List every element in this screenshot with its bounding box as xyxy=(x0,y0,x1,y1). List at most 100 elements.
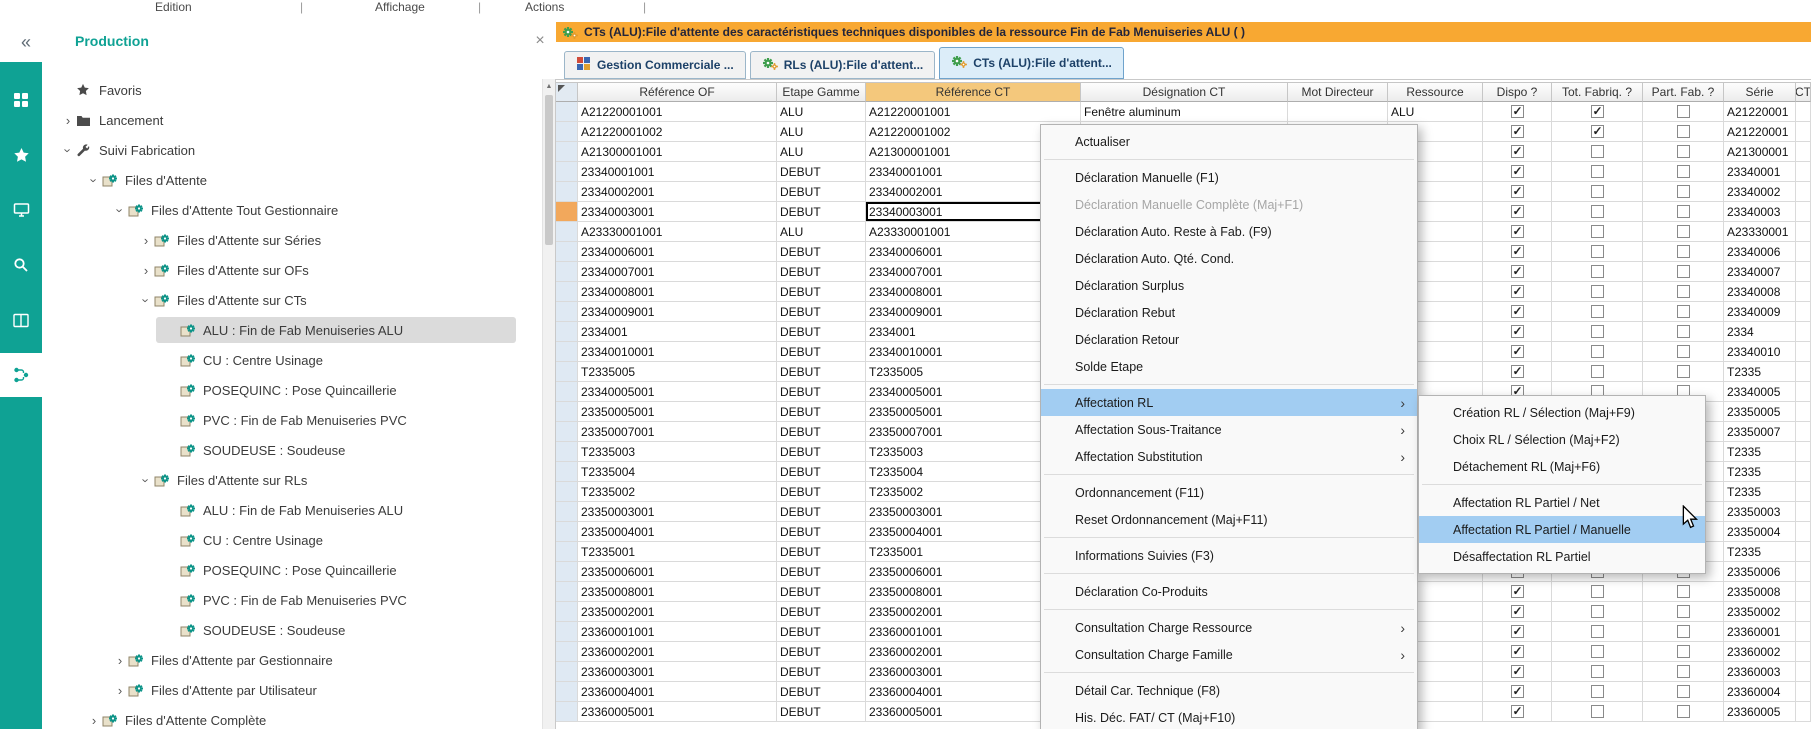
cell-dispo[interactable] xyxy=(1483,202,1552,222)
column-header[interactable]: Etape Gamme xyxy=(777,82,866,102)
cell-etape[interactable]: DEBUT xyxy=(777,602,866,622)
cell-dispo[interactable] xyxy=(1483,242,1552,262)
chevron-right-icon[interactable]: › xyxy=(138,234,154,247)
cell-dispo[interactable] xyxy=(1483,302,1552,322)
cell-of[interactable]: 23350006001 xyxy=(578,562,777,582)
menu-item[interactable]: Désaffectation RL Partiel xyxy=(1419,543,1705,570)
cell-tot[interactable] xyxy=(1552,582,1643,602)
cell-ct2[interactable] xyxy=(1796,122,1811,142)
tree-item[interactable]: ALU : Fin de Fab Menuiseries ALU xyxy=(42,315,542,345)
cell-serie[interactable]: 23350002 xyxy=(1724,602,1796,622)
cell-serie[interactable]: A23330001 xyxy=(1724,222,1796,242)
menu-item[interactable]: Déclaration Surplus xyxy=(1041,272,1417,299)
row-selector[interactable] xyxy=(556,302,578,322)
cell-ct2[interactable] xyxy=(1796,562,1811,582)
checkbox-tot[interactable] xyxy=(1591,325,1604,338)
rail-item-columns-icon[interactable] xyxy=(0,298,42,342)
row-selector[interactable] xyxy=(556,442,578,462)
checkbox-part[interactable] xyxy=(1677,165,1690,178)
sidebar-close-button[interactable]: × xyxy=(530,31,550,51)
sidebar-collapse-button[interactable]: « xyxy=(14,30,38,54)
cell-ct2[interactable] xyxy=(1796,422,1811,442)
cell-etape[interactable]: DEBUT xyxy=(777,462,866,482)
menu-item[interactable]: Déclaration Auto. Reste à Fab. (F9) xyxy=(1041,218,1417,245)
checkbox-part[interactable] xyxy=(1677,225,1690,238)
cell-etape[interactable]: DEBUT xyxy=(777,382,866,402)
checkbox-part[interactable] xyxy=(1677,105,1690,118)
cell-dispo[interactable] xyxy=(1483,362,1552,382)
row-selector[interactable] xyxy=(556,702,578,722)
menu-item[interactable]: Affectation RL› xyxy=(1041,389,1417,416)
cell-of[interactable]: 23340005001 xyxy=(578,382,777,402)
cell-of[interactable]: T2335005 xyxy=(578,362,777,382)
checkbox-tot[interactable] xyxy=(1591,345,1604,358)
tab-2[interactable]: RLs (ALU):File d'attent... xyxy=(750,51,936,79)
cell-tot[interactable] xyxy=(1552,642,1643,662)
checkbox-part[interactable] xyxy=(1677,665,1690,678)
menu-item[interactable]: Déclaration Co-Produits xyxy=(1041,578,1417,605)
checkbox-part[interactable] xyxy=(1677,265,1690,278)
cell-of[interactable]: 23350002001 xyxy=(578,602,777,622)
menu-item[interactable]: Déclaration Rebut xyxy=(1041,299,1417,326)
row-selector[interactable] xyxy=(556,422,578,442)
row-selector[interactable] xyxy=(556,662,578,682)
cell-etape[interactable]: DEBUT xyxy=(777,362,866,382)
cell-etape[interactable]: DEBUT xyxy=(777,502,866,522)
cell-serie[interactable]: A21220001 xyxy=(1724,122,1796,142)
cell-ct2[interactable] xyxy=(1796,282,1811,302)
row-selector[interactable] xyxy=(556,322,578,342)
row-selector[interactable] xyxy=(556,642,578,662)
cell-etape[interactable]: ALU xyxy=(777,222,866,242)
tree-item[interactable]: ›Files d'Attente Complète xyxy=(42,705,542,729)
chevron-right-icon[interactable]: › xyxy=(138,264,154,277)
cell-dispo[interactable] xyxy=(1483,582,1552,602)
checkbox-tot[interactable] xyxy=(1591,365,1604,378)
cell-of[interactable]: 23360004001 xyxy=(578,682,777,702)
cell-ct2[interactable] xyxy=(1796,702,1811,722)
cell-ct2[interactable] xyxy=(1796,442,1811,462)
cell-ct2[interactable] xyxy=(1796,262,1811,282)
checkbox-tot[interactable] xyxy=(1591,205,1604,218)
chevron-right-icon[interactable]: › xyxy=(60,114,76,127)
checkbox-dispo[interactable] xyxy=(1511,205,1524,218)
row-selector[interactable] xyxy=(556,242,578,262)
cell-etape[interactable]: DEBUT xyxy=(777,662,866,682)
cell-etape[interactable]: DEBUT xyxy=(777,422,866,442)
cell-etape[interactable]: DEBUT xyxy=(777,162,866,182)
cell-part[interactable] xyxy=(1643,162,1724,182)
row-selector[interactable] xyxy=(556,682,578,702)
cell-serie[interactable]: 23350004 xyxy=(1724,522,1796,542)
cell-tot[interactable] xyxy=(1552,182,1643,202)
cell-tot[interactable] xyxy=(1552,322,1643,342)
menu-item[interactable]: Affectation Sous-Traitance› xyxy=(1041,416,1417,443)
checkbox-tot[interactable] xyxy=(1591,705,1604,718)
checkbox-tot[interactable] xyxy=(1591,105,1604,118)
cell-part[interactable] xyxy=(1643,362,1724,382)
checkbox-tot[interactable] xyxy=(1591,185,1604,198)
cell-serie[interactable]: T2335 xyxy=(1724,362,1796,382)
checkbox-part[interactable] xyxy=(1677,285,1690,298)
tree-item[interactable]: SOUDEUSE : Soudeuse xyxy=(42,435,542,465)
row-selector[interactable] xyxy=(556,462,578,482)
tree-item[interactable]: ›Files d'Attente par Gestionnaire xyxy=(42,645,542,675)
checkbox-dispo[interactable] xyxy=(1511,185,1524,198)
cell-serie[interactable]: 23340009 xyxy=(1724,302,1796,322)
checkbox-dispo[interactable] xyxy=(1511,305,1524,318)
cell-etape[interactable]: ALU xyxy=(777,122,866,142)
column-header[interactable]: Part. Fab. ? xyxy=(1643,82,1724,102)
rail-item-apps-icon[interactable] xyxy=(0,78,42,122)
row-selector[interactable] xyxy=(556,122,578,142)
checkbox-tot[interactable] xyxy=(1591,685,1604,698)
cell-part[interactable] xyxy=(1643,642,1724,662)
column-header[interactable]: Série xyxy=(1724,82,1796,102)
menu-item[interactable]: Déclaration Manuelle Complète (Maj+F1) xyxy=(1041,191,1417,218)
row-selector[interactable] xyxy=(556,142,578,162)
checkbox-tot[interactable] xyxy=(1591,165,1604,178)
cell-etape[interactable]: DEBUT xyxy=(777,282,866,302)
chevron-down-icon[interactable]: › xyxy=(114,202,127,218)
checkbox-part[interactable] xyxy=(1677,625,1690,638)
row-selector[interactable] xyxy=(556,582,578,602)
cell-tot[interactable] xyxy=(1552,282,1643,302)
checkbox-dispo[interactable] xyxy=(1511,105,1524,118)
cell-serie[interactable]: 2334 xyxy=(1724,322,1796,342)
